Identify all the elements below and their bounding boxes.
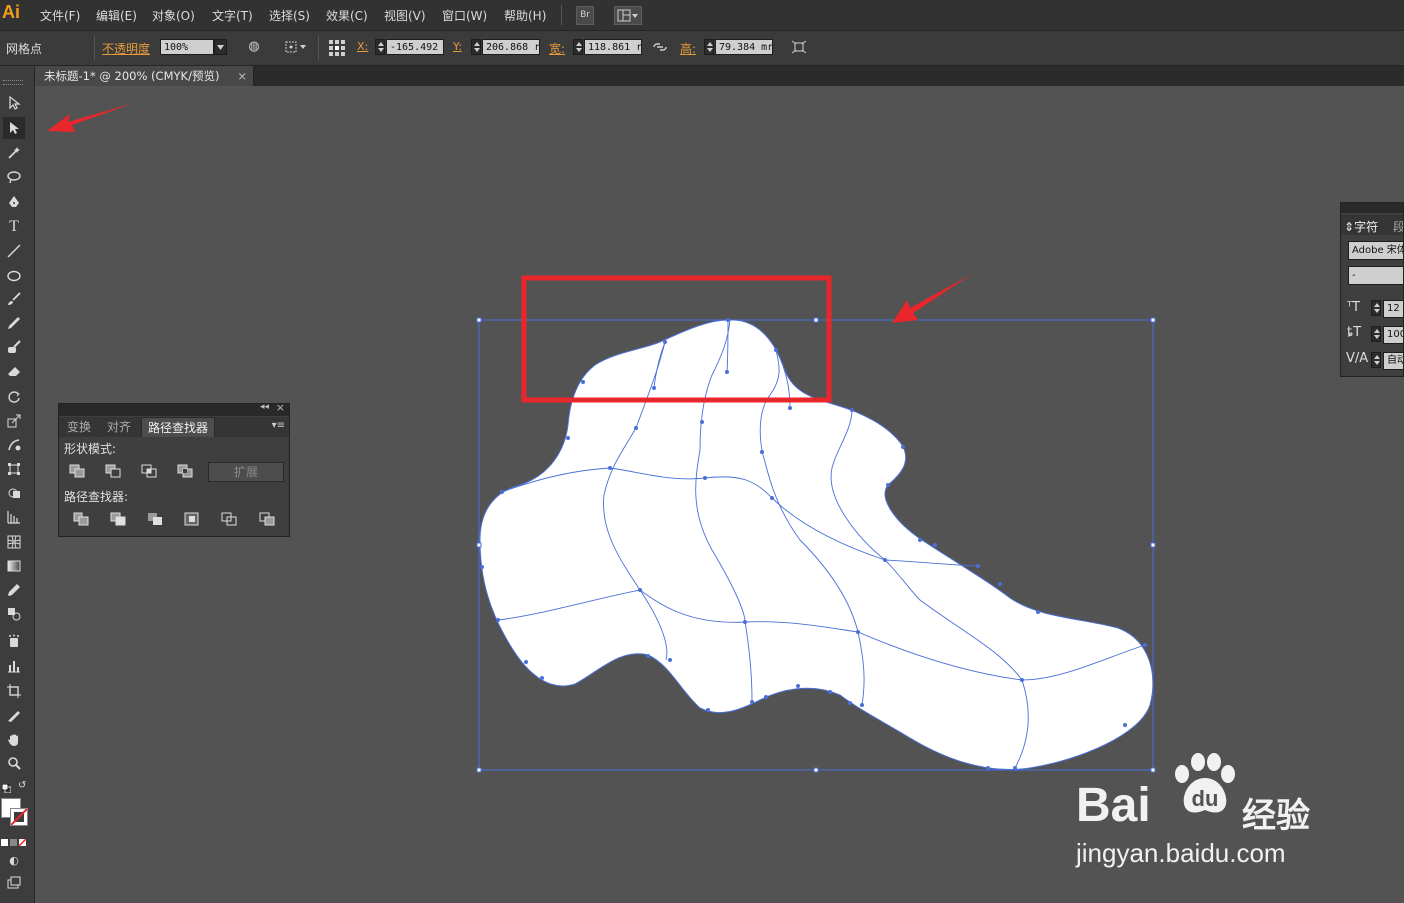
paw-logo-icon: du (1175, 753, 1235, 813)
collapse-icon[interactable]: ◂◂ (260, 402, 269, 412)
tracking-input[interactable]: 自动 (1383, 352, 1403, 370)
minus-front-icon[interactable] (105, 464, 121, 478)
panel-menu-icon[interactable]: ▾≡ (272, 420, 285, 431)
mesh-shape[interactable] (479, 319, 1154, 771)
font-size-input[interactable]: 12 (1383, 300, 1403, 318)
annotation-arrow (892, 274, 972, 323)
exclude-icon[interactable] (177, 464, 193, 478)
merge-icon[interactable] (147, 512, 163, 526)
leading-icon: ȶT (1347, 325, 1362, 340)
tab-paragraph[interactable]: 段 (1393, 218, 1403, 235)
character-panel: ⇕字符 段 Adobe 宋体 - ᵀT 12 ȶT 100 V/A 自动 (1340, 202, 1404, 377)
watermark: du Bai 经验 jingyan.baidu.com (1076, 752, 1336, 872)
panel-title-bar[interactable] (1341, 203, 1403, 213)
crop-icon[interactable] (184, 512, 200, 526)
tab-pathfinder[interactable]: 路径查找器 (141, 417, 216, 437)
tab-align[interactable]: 对齐 (101, 417, 137, 437)
annotation-arrow (47, 103, 134, 132)
panel-tabs: ⇕字符 段 (1341, 215, 1403, 235)
panel-title-bar[interactable]: ◂◂ × (59, 401, 289, 416)
tracking-stepper[interactable] (1371, 352, 1381, 368)
watermark-brand-cn: 经验 (1242, 796, 1310, 836)
divide-icon[interactable] (73, 512, 89, 526)
close-icon[interactable]: × (276, 401, 285, 414)
font-size-icon: ᵀT (1347, 300, 1360, 315)
font-family-select[interactable]: Adobe 宋体 (1348, 241, 1403, 260)
watermark-brand: Bai (1076, 779, 1151, 832)
panel-tabs: 变换 对齐 路径查找器 ▾≡ (59, 417, 289, 437)
font-style-select[interactable]: - (1348, 266, 1403, 285)
leading-input[interactable]: 100 (1383, 326, 1403, 344)
minus-back-icon[interactable] (259, 512, 275, 526)
tracking-icon: V/A (1346, 351, 1369, 366)
tab-transform[interactable]: 变换 (61, 417, 97, 437)
tab-character[interactable]: ⇕字符 (1344, 218, 1378, 235)
leading-stepper[interactable] (1371, 326, 1381, 342)
watermark-url: jingyan.baidu.com (1076, 838, 1286, 868)
shape-modes-label: 形状模式: (64, 442, 117, 456)
trim-icon[interactable] (110, 512, 126, 526)
intersect-icon[interactable] (141, 464, 157, 478)
expand-button[interactable]: 扩展 (208, 462, 284, 482)
unite-icon[interactable] (69, 464, 85, 478)
pathfinders-label: 路径查找器: (64, 490, 129, 504)
outline-icon[interactable] (221, 512, 237, 526)
font-size-stepper[interactable] (1371, 300, 1381, 316)
svg-text:du: du (1192, 786, 1219, 811)
pathfinder-panel: ◂◂ × 变换 对齐 路径查找器 ▾≡ 形状模式: 扩展 路径查找器: (58, 401, 290, 537)
